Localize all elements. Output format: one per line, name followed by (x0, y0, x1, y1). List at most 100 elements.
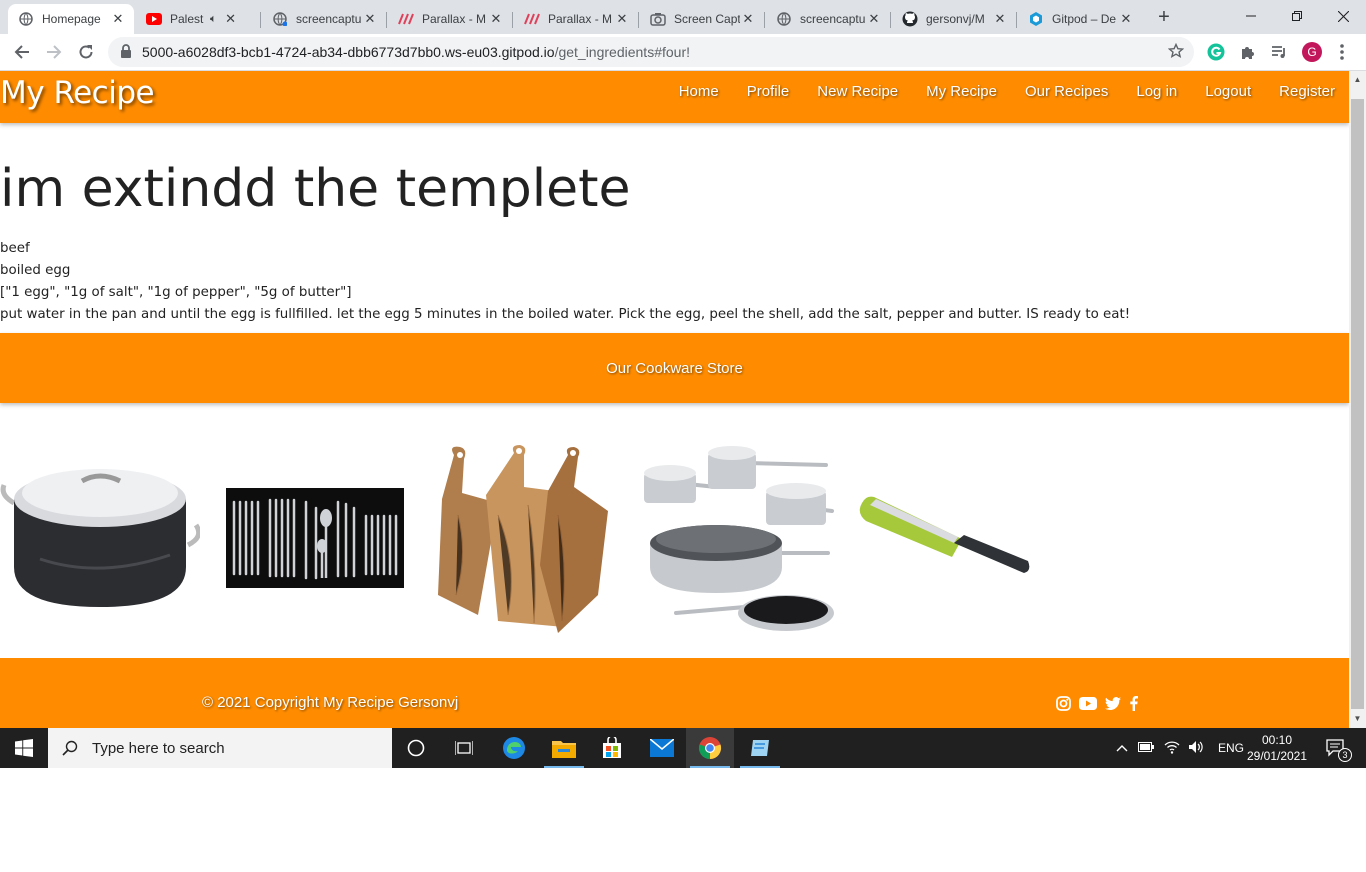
url-path: /get_ingredients#four! (554, 44, 690, 60)
tab-homepage[interactable]: Homepage ✕ (8, 4, 134, 34)
forward-button[interactable] (42, 40, 66, 64)
tab-divider (890, 12, 891, 28)
profile-avatar[interactable]: G (1302, 42, 1322, 62)
tab-screencapture-2[interactable]: screencaptu ✕ (766, 4, 891, 34)
parallax-icon (398, 11, 414, 27)
tab-title: Parallax - M (422, 12, 487, 26)
file-explorer-icon[interactable] (540, 728, 588, 768)
chrome-icon[interactable] (686, 728, 734, 768)
cutlery-set-image[interactable] (226, 488, 404, 588)
close-tab-icon[interactable]: ✕ (992, 11, 1008, 27)
nav-link-home[interactable]: Home (665, 83, 733, 101)
tab-title: Gitpod – De (1052, 12, 1117, 26)
stockpot-image[interactable] (0, 459, 200, 611)
tab-divider (512, 12, 513, 28)
nav-link-our-recipes[interactable]: Our Recipes (1011, 83, 1122, 101)
twitter-icon[interactable] (1105, 695, 1121, 711)
close-tab-icon[interactable]: ✕ (488, 11, 504, 27)
active-indicator (544, 766, 584, 768)
close-tab-icon[interactable]: ✕ (110, 11, 126, 27)
tab-screencapture[interactable]: screencaptu ✕ (262, 4, 387, 34)
chevron-up-icon[interactable] (1114, 741, 1130, 755)
clock-time: 00:10 (1261, 733, 1293, 747)
task-view-icon[interactable] (440, 728, 488, 768)
nav-link-log-in[interactable]: Log in (1122, 83, 1191, 101)
profile-initial: G (1302, 42, 1322, 62)
cortana-icon[interactable] (392, 728, 440, 768)
taskbar-search-box[interactable]: Type here to search (48, 728, 392, 768)
search-placeholder: Type here to search (92, 739, 225, 757)
battery-icon[interactable] (1138, 741, 1154, 755)
tab-gitpod[interactable]: Gitpod – De ✕ (1018, 4, 1142, 34)
reload-button[interactable] (74, 40, 98, 64)
wifi-icon[interactable] (1164, 740, 1180, 757)
scrollbar-thumb[interactable] (1351, 99, 1364, 709)
tab-title: Screen Capt (674, 12, 740, 26)
site-navbar: My Recipe Home Profile New Recipe My Rec… (0, 71, 1349, 123)
facebook-icon[interactable] (1129, 695, 1138, 711)
tab-strip: Homepage ✕ Palestra 🔈︎ ✕ screencaptu ✕ P… (0, 0, 1366, 34)
instagram-icon[interactable] (1056, 695, 1071, 711)
taskbar-clock[interactable]: 00:10 29/01/2021 (1244, 732, 1310, 764)
nav-link-new-recipe[interactable]: New Recipe (803, 83, 912, 101)
close-tab-icon[interactable]: ✕ (1118, 11, 1134, 27)
volume-icon[interactable] (1188, 740, 1204, 757)
tab-title: Homepage (42, 12, 101, 26)
tab-divider (386, 12, 387, 28)
page-content: My Recipe Home Profile New Recipe My Rec… (0, 71, 1349, 728)
language-indicator[interactable]: ENG (1218, 741, 1244, 755)
tab-github[interactable]: gersonvj/M ✕ (892, 4, 1017, 34)
close-tab-icon[interactable]: ✕ (740, 11, 756, 27)
pan-set-image[interactable] (636, 443, 836, 633)
chrome-menu-icon[interactable] (1332, 42, 1352, 62)
start-button[interactable] (0, 728, 48, 768)
footer-copyright: © 2021 Copyright My Recipe Gersonvj (202, 694, 459, 711)
tab-divider (1016, 12, 1017, 28)
notification-center-icon[interactable]: 3 (1318, 728, 1354, 768)
scroll-down-arrow[interactable]: ▼ (1353, 714, 1362, 723)
speaker-icon[interactable]: 🔈︎ (210, 13, 217, 26)
page-scrollbar[interactable]: ▲ ▼ (1349, 71, 1366, 728)
address-bar[interactable]: 5000-a6028df3-bcb1-4724-ab34-dbb6773d7bb… (108, 37, 1194, 67)
lock-icon[interactable] (120, 44, 132, 63)
extensions-puzzle-icon[interactable] (1238, 42, 1258, 62)
edge-icon[interactable] (490, 728, 538, 768)
nav-link-profile[interactable]: Profile (733, 83, 804, 101)
back-button[interactable] (10, 40, 34, 64)
grater-image[interactable] (856, 491, 1032, 579)
nav-link-register[interactable]: Register (1265, 83, 1349, 101)
notification-count-badge: 3 (1338, 748, 1352, 762)
snipping-tool-icon[interactable] (736, 728, 784, 768)
tab-divider (260, 12, 261, 28)
close-tab-icon[interactable]: ✕ (362, 11, 378, 27)
site-brand[interactable]: My Recipe (0, 75, 155, 111)
microsoft-store-icon[interactable] (588, 728, 636, 768)
grammarly-icon[interactable] (1206, 42, 1226, 62)
media-queue-icon[interactable] (1269, 42, 1289, 62)
bookmark-star-icon[interactable] (1167, 42, 1185, 64)
clock-date: 29/01/2021 (1246, 749, 1308, 763)
system-tray: ENG (1114, 728, 1244, 768)
tab-screen-capture[interactable]: Screen Capt ✕ (640, 4, 765, 34)
close-tab-icon[interactable]: ✕ (223, 11, 239, 27)
tab-title: Palestra (170, 12, 204, 26)
chopping-boards-image[interactable] (438, 445, 612, 635)
close-tab-icon[interactable]: ✕ (866, 11, 882, 27)
nav-link-my-recipe[interactable]: My Recipe (912, 83, 1011, 101)
minimize-button[interactable] (1228, 0, 1274, 32)
close-tab-icon[interactable]: ✕ (614, 11, 630, 27)
tab-parallax[interactable]: Parallax - M ✕ (388, 4, 513, 34)
gitpod-icon (1028, 11, 1044, 27)
nav-links: Home Profile New Recipe My Recipe Our Re… (665, 83, 1349, 101)
nav-link-logout[interactable]: Logout (1191, 83, 1265, 101)
windows-taskbar: Type here to search ENG 00:10 29/01/2021… (0, 728, 1366, 768)
github-icon (902, 11, 918, 27)
restore-button[interactable] (1274, 0, 1320, 32)
mail-icon[interactable] (638, 728, 686, 768)
new-tab-button[interactable]: + (1154, 7, 1174, 28)
scroll-up-arrow[interactable]: ▲ (1353, 75, 1362, 84)
youtube-icon[interactable] (1079, 695, 1097, 711)
close-window-button[interactable] (1320, 0, 1366, 32)
tab-parallax-2[interactable]: Parallax - M ✕ (514, 4, 639, 34)
tab-palestra[interactable]: Palestra 🔈︎ ✕ (136, 4, 261, 34)
